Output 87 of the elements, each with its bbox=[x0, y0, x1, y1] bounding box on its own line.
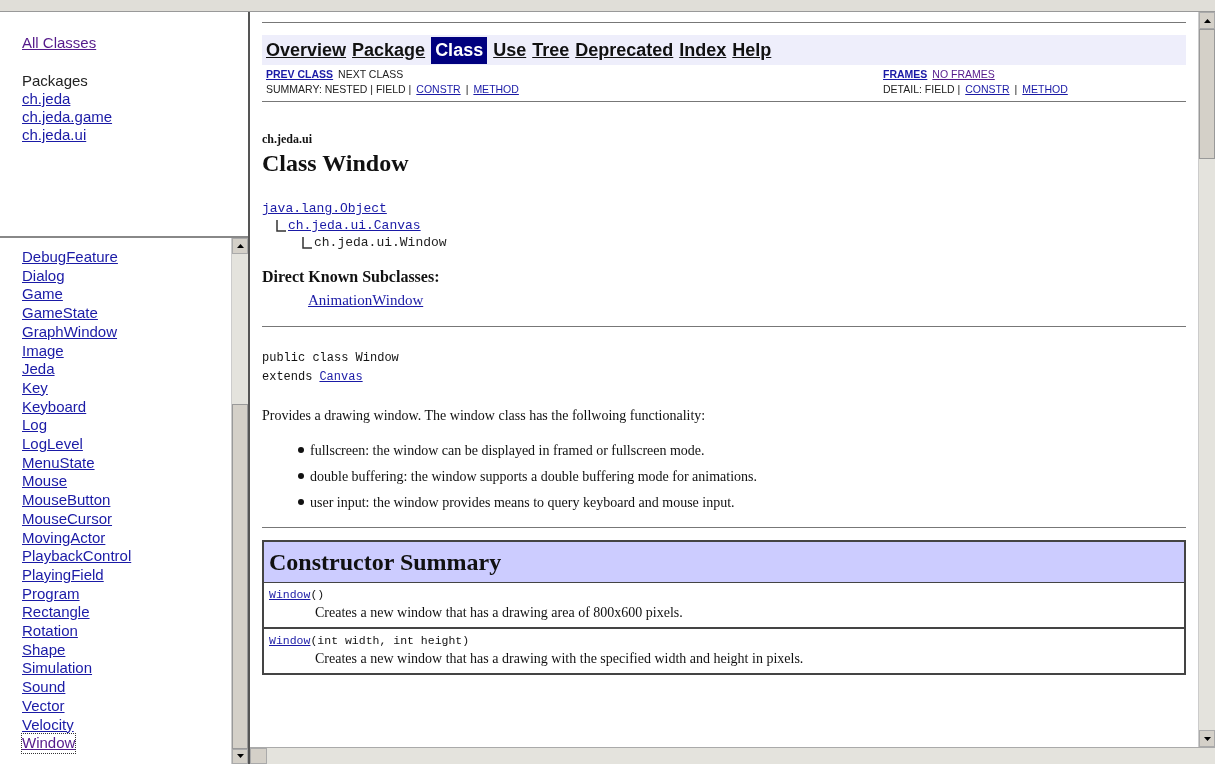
extends-keyword: extends bbox=[262, 368, 313, 386]
scrollbar[interactable] bbox=[231, 238, 248, 764]
class-list-link[interactable]: Keyboard bbox=[22, 397, 87, 417]
packages-heading: Packages bbox=[22, 72, 88, 90]
tree-elbow-icon bbox=[276, 219, 286, 232]
class-list-link[interactable]: Vector bbox=[22, 696, 65, 716]
class-list-link[interactable]: Key bbox=[22, 378, 48, 398]
class-list-link[interactable]: Rotation bbox=[22, 622, 78, 641]
class-list-link[interactable]: Sound bbox=[22, 678, 66, 697]
nav-text: DETAIL: FIELD | bbox=[883, 82, 961, 97]
class-name: ch.jeda.ui.Window bbox=[314, 234, 447, 251]
class-list-link[interactable]: Program bbox=[22, 584, 80, 604]
scrollbar-thumb[interactable] bbox=[232, 403, 248, 749]
nav-tab[interactable]: Package bbox=[352, 36, 426, 64]
nav-tab[interactable]: Tree bbox=[532, 36, 570, 64]
class-title: Class Window bbox=[262, 149, 410, 178]
class-list-link[interactable]: Simulation bbox=[22, 659, 93, 679]
class-list-link[interactable]: MouseCursor bbox=[22, 509, 113, 529]
nav-link[interactable]: METHOD bbox=[1022, 82, 1068, 97]
constructor-link[interactable]: Window bbox=[269, 585, 311, 603]
down-arrow-icon[interactable] bbox=[1203, 736, 1211, 741]
constructor-params: (int width, int height) bbox=[310, 632, 470, 649]
class-list-link[interactable]: Jeda bbox=[22, 360, 55, 379]
package-link[interactable]: ch.jeda bbox=[22, 90, 71, 108]
subclass-link[interactable]: AnimationWindow bbox=[308, 289, 1186, 312]
class-list-link[interactable]: GameState bbox=[22, 304, 98, 323]
down-arrow-icon[interactable] bbox=[236, 754, 244, 759]
nav-text: | bbox=[465, 82, 469, 97]
scrollbar-thumb[interactable] bbox=[1199, 29, 1215, 159]
class-list-link[interactable]: Log bbox=[22, 416, 48, 436]
nav-text: NEXT CLASS bbox=[338, 67, 404, 82]
class-list-link[interactable]: Mouse bbox=[22, 472, 68, 492]
constructor-description: Creates a new window that has a drawing with the specified width and height in pixels. bbox=[315, 650, 805, 668]
feature-item: double buffering: the window supports a double buffering mode for animations. bbox=[310, 467, 757, 486]
nav-text: SUMMARY: NESTED | FIELD | bbox=[266, 82, 412, 97]
tree-elbow-icon bbox=[302, 236, 312, 249]
all-classes-link[interactable]: All Classes bbox=[22, 34, 97, 52]
up-arrow-icon[interactable] bbox=[1203, 18, 1211, 23]
class-list-link[interactable]: Game bbox=[22, 285, 63, 305]
class-list-link[interactable]: Window bbox=[22, 734, 76, 753]
nav-tab[interactable]: Help bbox=[732, 36, 772, 64]
superclass-link[interactable]: Canvas bbox=[319, 367, 363, 387]
nav-link[interactable]: METHOD bbox=[473, 82, 519, 97]
package-name: ch.jeda.ui bbox=[262, 131, 313, 148]
constructor-description: Creates a new window that has a drawing area of 800x600 pixels. bbox=[315, 603, 684, 622]
class-list-link[interactable]: PlaybackControl bbox=[22, 547, 132, 566]
nav-link[interactable]: PREV CLASS bbox=[266, 67, 334, 82]
nav-link[interactable]: CONSTR bbox=[416, 82, 461, 97]
nav-link[interactable]: FRAMES bbox=[883, 67, 928, 82]
class-list-link[interactable]: GraphWindow bbox=[22, 322, 118, 342]
class-declaration: public class Window bbox=[262, 349, 400, 367]
table-heading: Constructor Summary bbox=[264, 541, 1184, 583]
horizontal-scrollbar[interactable] bbox=[250, 747, 1215, 764]
class-list-link[interactable]: Rectangle bbox=[22, 603, 90, 623]
package-link[interactable]: ch.jeda.game bbox=[22, 108, 113, 126]
class-list-link[interactable]: Image bbox=[22, 341, 64, 361]
nav-tab[interactable]: Index bbox=[679, 36, 727, 64]
nav-tab[interactable]: Class bbox=[431, 36, 488, 64]
feature-item: user input: the window provides means to query keyboard and mouse input. bbox=[310, 493, 735, 512]
class-link[interactable]: ch.jeda.ui.Canvas bbox=[288, 217, 421, 234]
bullet-icon bbox=[298, 473, 304, 479]
nav-tab[interactable]: Use bbox=[493, 36, 527, 64]
constructor-link[interactable]: Window bbox=[269, 631, 311, 649]
nav-text: | bbox=[1014, 82, 1018, 97]
bullet-icon bbox=[298, 447, 304, 453]
class-list-link[interactable]: MovingActor bbox=[22, 528, 106, 548]
class-list-link[interactable]: LogLevel bbox=[22, 435, 83, 454]
nav-link[interactable]: NO FRAMES bbox=[932, 67, 995, 82]
class-list-link[interactable]: Shape bbox=[22, 640, 66, 660]
subclasses-heading: Direct Known Subclasses: bbox=[262, 267, 441, 287]
class-list-link[interactable]: PlayingField bbox=[22, 565, 104, 585]
class-description: Provides a drawing window. The window class has the follwoing functionality: bbox=[262, 406, 707, 425]
bullet-icon bbox=[298, 499, 304, 505]
class-list-link[interactable]: MouseButton bbox=[22, 491, 111, 510]
class-list-link[interactable]: DebugFeature bbox=[22, 248, 118, 267]
class-link[interactable]: java.lang.Object bbox=[262, 200, 387, 217]
nav-tab[interactable]: Overview bbox=[266, 36, 347, 64]
up-arrow-icon[interactable] bbox=[236, 243, 244, 248]
package-link[interactable]: ch.jeda.ui bbox=[22, 126, 87, 144]
nav-link[interactable]: CONSTR bbox=[965, 82, 1010, 97]
feature-item: fullscreen: the window can be displayed in framed or fullscreen mode. bbox=[310, 441, 705, 460]
constructor-params: () bbox=[310, 586, 325, 603]
class-list-link[interactable]: Velocity bbox=[22, 715, 74, 735]
nav-tab[interactable]: Deprecated bbox=[575, 36, 674, 64]
scrollbar[interactable] bbox=[1198, 12, 1215, 747]
class-list-link[interactable]: Dialog bbox=[22, 266, 65, 286]
class-list-link[interactable]: MenuState bbox=[22, 453, 95, 473]
